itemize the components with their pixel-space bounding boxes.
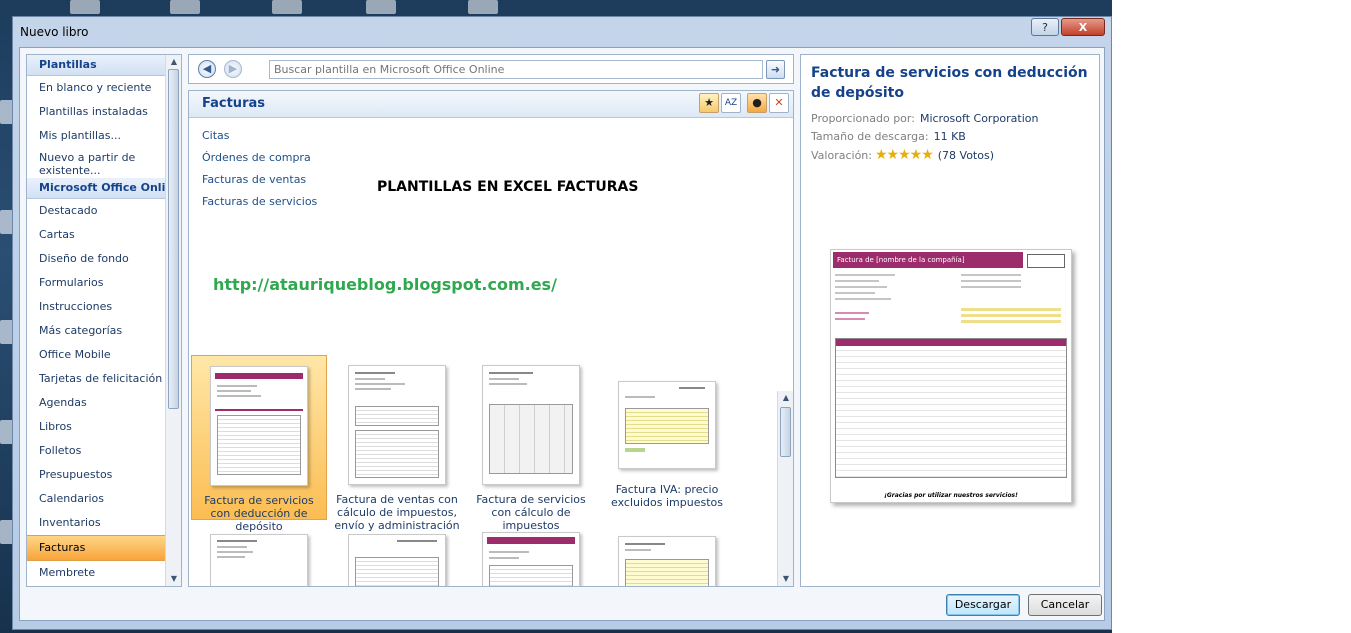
- new-workbook-dialog: Nuevo libro ? X Plantillas En blanco y r…: [12, 16, 1112, 630]
- template-large-preview: Factura de [nombre de la compañía] ¡Grac…: [830, 249, 1072, 503]
- sidebar-scroll-thumb[interactable]: [168, 69, 179, 409]
- gallery-scroll-thumb[interactable]: [780, 407, 791, 457]
- sidebar-item-instructions[interactable]: Instrucciones: [27, 295, 181, 319]
- scroll-down-icon[interactable]: ▼: [166, 572, 181, 586]
- template-search-input[interactable]: [269, 60, 763, 79]
- preview-badge: [1027, 254, 1065, 268]
- sidebar-item-new-from-existing[interactable]: Nuevo a partir de existente...: [27, 148, 181, 178]
- rating-stars-icon: ★★★★★: [874, 147, 934, 163]
- template-category-panel: Plantillas En blanco y reciente Plantill…: [26, 54, 182, 587]
- sidebar-scrollbar[interactable]: ▲ ▼: [165, 55, 181, 586]
- template-preview-image: [618, 536, 716, 586]
- sidebar-item-books[interactable]: Libros: [27, 415, 181, 439]
- template-thumbnail[interactable]: [329, 526, 465, 586]
- desktop-app-icon[interactable]: [170, 0, 200, 14]
- sidebar-item-blank-recent[interactable]: En blanco y reciente: [27, 76, 181, 100]
- sidebar-item-agendas[interactable]: Agendas: [27, 391, 181, 415]
- download-size-value: 11 KB: [933, 130, 966, 143]
- sidebar-item-installed-templates[interactable]: Plantillas instaladas: [27, 100, 181, 124]
- template-details-title: Factura de servicios con deducción de de…: [811, 65, 1088, 101]
- preview-table: [835, 338, 1067, 478]
- sidebar-item-featured[interactable]: Destacado: [27, 199, 181, 223]
- template-preview-image: [210, 534, 308, 586]
- template-label: Factura IVA: precio excluidos impuestos: [611, 483, 723, 509]
- rating-row: Valoración: ★★★★★ (78 Votos): [811, 147, 994, 163]
- provider-icon[interactable]: ●: [747, 93, 767, 113]
- subcategory-link-service-invoices[interactable]: Facturas de servicios: [202, 195, 317, 208]
- gallery-scrollbar[interactable]: ▲ ▼: [777, 391, 793, 586]
- sidebar-item-brochures[interactable]: Folletos: [27, 439, 181, 463]
- dialog-title: Nuevo libro: [20, 25, 89, 39]
- gallery-header: Facturas ★ AZ ● ✕: [189, 91, 793, 118]
- template-thumbnail[interactable]: Factura de servicios con cálculo de impu…: [463, 355, 599, 532]
- sidebar-item-letters[interactable]: Cartas: [27, 223, 181, 247]
- sort-rating-icon[interactable]: ★: [699, 93, 719, 113]
- sidebar-item-letterhead[interactable]: Membrete: [27, 561, 181, 585]
- template-details-panel: Factura de servicios con deducción de de…: [800, 54, 1100, 587]
- template-thumbnail[interactable]: Factura IVA: precio excluidos impuestos: [599, 355, 735, 520]
- sidebar-item-my-templates[interactable]: Mis plantillas...: [27, 124, 181, 148]
- provided-by-row: Proporcionado por: Microsoft Corporation: [811, 112, 1039, 125]
- template-thumbnail[interactable]: Factura de servicios con deducción de de…: [191, 355, 327, 533]
- template-preview-image: [348, 365, 446, 485]
- provided-by-label: Proporcionado por:: [811, 112, 915, 125]
- template-gallery-panel: Facturas ★ AZ ● ✕ Citas Órdenes de compr…: [188, 90, 794, 587]
- close-button[interactable]: X: [1061, 18, 1105, 36]
- section-header-templates: Plantillas: [27, 55, 181, 76]
- template-thumbnail[interactable]: [599, 526, 735, 586]
- template-thumbnail[interactable]: [191, 526, 327, 586]
- rating-label: Valoración:: [811, 149, 872, 162]
- scroll-up-icon[interactable]: ▲: [166, 55, 181, 69]
- desktop-app-icon[interactable]: [70, 0, 100, 14]
- template-preview-image: [618, 381, 716, 469]
- overlay-blog-url: http://atauriqueblog.blogspot.com.es/: [213, 275, 557, 294]
- template-preview-image: [482, 365, 580, 485]
- template-thumbnail[interactable]: Factura de ventas con cálculo de impuest…: [329, 355, 465, 532]
- sidebar-item-backgrounds[interactable]: Diseño de fondo: [27, 247, 181, 271]
- template-preview-image: [482, 532, 580, 586]
- scroll-down-icon[interactable]: ▼: [778, 572, 793, 586]
- desktop-app-icon[interactable]: [468, 0, 498, 14]
- sidebar-item-inventories[interactable]: Inventarios: [27, 511, 181, 535]
- search-go-icon[interactable]: ➜: [766, 60, 785, 79]
- exclude-provider-icon[interactable]: ✕: [769, 93, 789, 113]
- sidebar-item-office-mobile[interactable]: Office Mobile: [27, 343, 181, 367]
- template-preview-image: [348, 534, 446, 586]
- sidebar-item-greeting-cards[interactable]: Tarjetas de felicitación: [27, 367, 181, 391]
- sidebar-item-budgets[interactable]: Presupuestos: [27, 463, 181, 487]
- back-arrow-icon[interactable]: ◀: [198, 60, 216, 78]
- sidebar-item-invoices[interactable]: Facturas: [27, 535, 181, 561]
- rating-votes: (78 Votos): [937, 149, 995, 162]
- sidebar-item-calendars[interactable]: Calendarios: [27, 487, 181, 511]
- desktop-app-icon[interactable]: [272, 0, 302, 14]
- template-preview-image: [210, 366, 308, 486]
- sidebar-item-more-categories[interactable]: Más categorías: [27, 319, 181, 343]
- template-thumbnail[interactable]: [463, 526, 599, 586]
- cancel-button[interactable]: Cancelar: [1028, 594, 1102, 616]
- download-size-row: Tamaño de descarga: 11 KB: [811, 130, 966, 143]
- sort-alpha-icon[interactable]: AZ: [721, 93, 741, 113]
- forward-arrow-icon[interactable]: ▶: [224, 60, 242, 78]
- help-button[interactable]: ?: [1031, 18, 1059, 36]
- download-size-label: Tamaño de descarga:: [811, 130, 929, 143]
- preview-heading: Factura de [nombre de la compañía]: [833, 252, 1023, 268]
- preview-footer: ¡Gracias por utilizar nuestros servicios…: [884, 492, 1018, 499]
- desktop-app-icon[interactable]: [366, 0, 396, 14]
- subcategory-link-purchase-orders[interactable]: Órdenes de compra: [202, 151, 311, 164]
- scroll-up-icon[interactable]: ▲: [778, 391, 793, 405]
- provided-by-value: Microsoft Corporation: [919, 112, 1039, 125]
- dialog-client-area: Plantillas En blanco y reciente Plantill…: [19, 47, 1105, 621]
- subcategory-link-citas[interactable]: Citas: [202, 129, 230, 142]
- download-button[interactable]: Descargar: [946, 594, 1020, 616]
- gallery-title: Facturas: [202, 96, 265, 111]
- dialog-titlebar[interactable]: Nuevo libro ? X: [13, 17, 1111, 47]
- search-bar: ◀ ▶ ➜: [188, 54, 794, 84]
- section-header-office-online: Microsoft Office Online: [27, 178, 181, 199]
- sidebar-item-forms[interactable]: Formularios: [27, 271, 181, 295]
- overlay-banner-text: PLANTILLAS EN EXCEL FACTURAS: [377, 179, 639, 195]
- subcategory-link-sales-invoices[interactable]: Facturas de ventas: [202, 173, 306, 186]
